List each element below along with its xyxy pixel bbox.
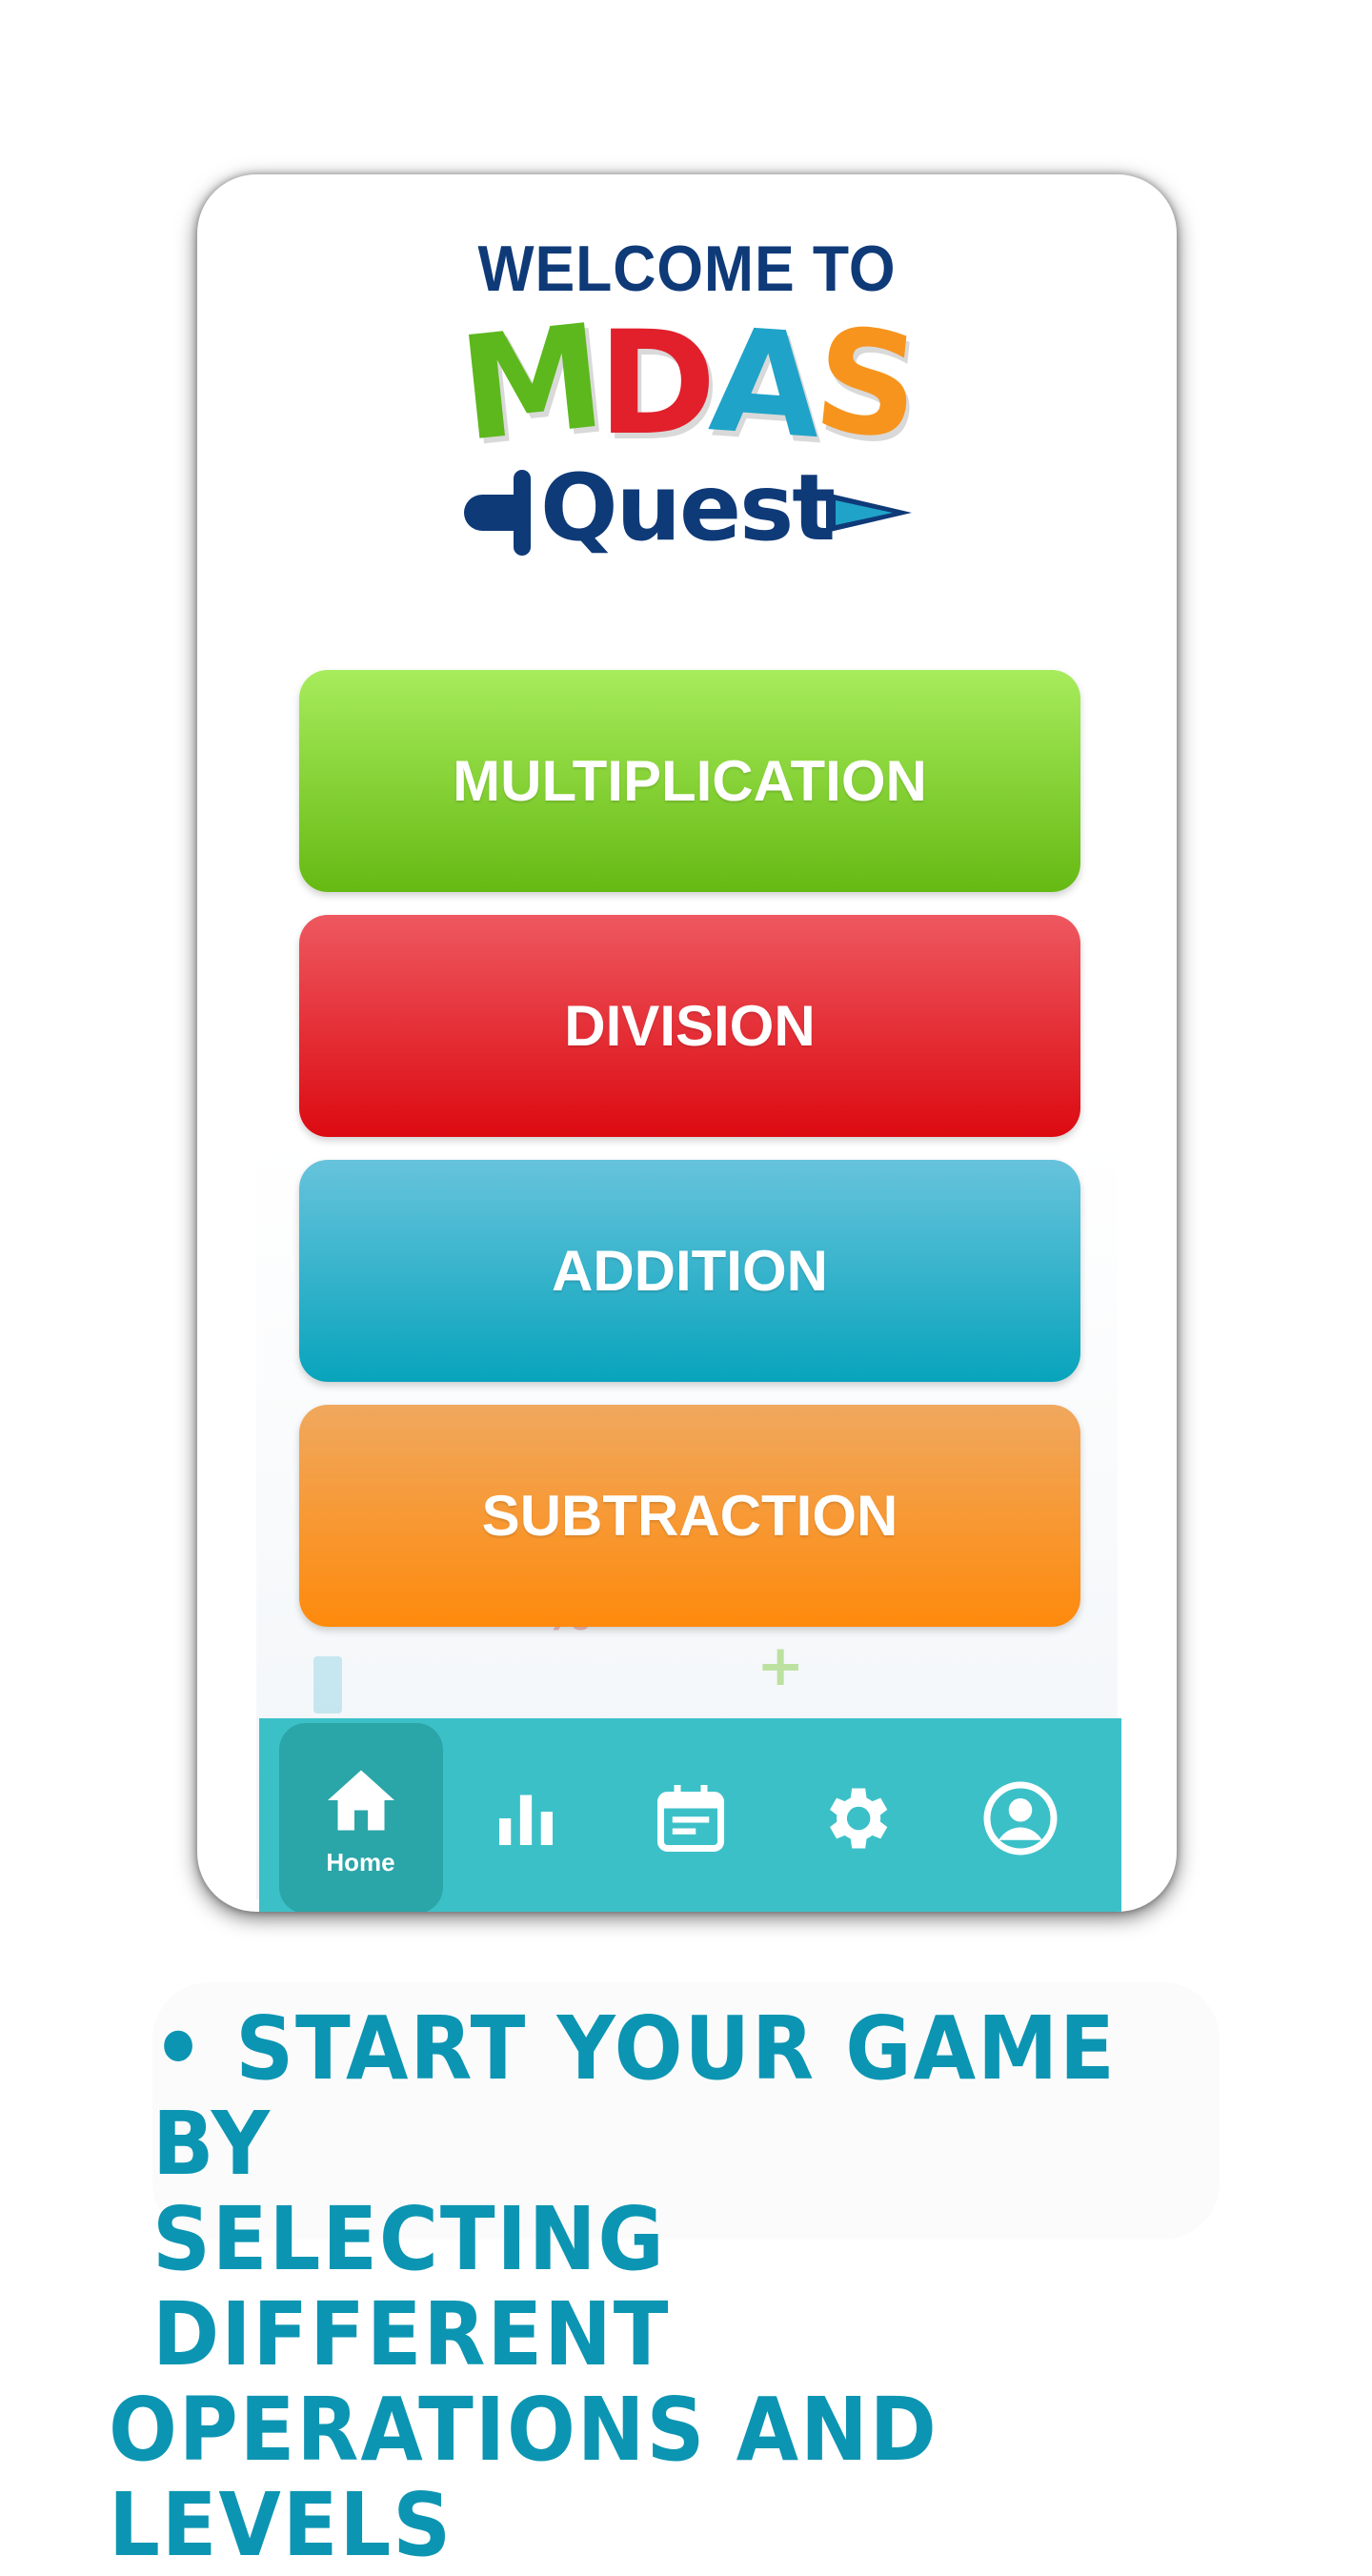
mdas-logo: MDAS bbox=[197, 294, 1177, 474]
logo-letter-a: A bbox=[704, 297, 821, 471]
logo-subtitle: Quest bbox=[540, 455, 836, 561]
promo-caption: • START YOUR GAME BY SELECTING DIFFERENT… bbox=[109, 1998, 1152, 2573]
calendar-icon bbox=[651, 1778, 731, 1858]
caption-line-3: OPERATIONS AND LEVELS bbox=[109, 2379, 938, 2576]
welcome-heading: WELCOME TO bbox=[477, 233, 897, 305]
stats-icon bbox=[486, 1778, 566, 1858]
quest-logo: Quest bbox=[464, 460, 912, 565]
nav-item-profile[interactable] bbox=[938, 1723, 1102, 1912]
nav-item-settings[interactable] bbox=[774, 1723, 938, 1912]
nav-item-calendar[interactable] bbox=[609, 1723, 773, 1912]
addition-button[interactable]: ADDITION bbox=[299, 1160, 1080, 1382]
logo-letter-d: D bbox=[597, 301, 716, 467]
logo-letter-m: M bbox=[453, 294, 607, 475]
profile-icon bbox=[980, 1778, 1060, 1858]
phone-frame: % + WELCOME TO MDAS Quest MULTIPLICATION… bbox=[197, 174, 1177, 1912]
division-button[interactable]: DIVISION bbox=[299, 915, 1080, 1137]
nav-item-home[interactable]: Home bbox=[278, 1723, 443, 1912]
bar-doodle bbox=[313, 1656, 342, 1714]
caption-line-2: SELECTING DIFFERENT bbox=[152, 2188, 671, 2385]
home-icon bbox=[321, 1760, 401, 1840]
plus-doodle: + bbox=[757, 1633, 805, 1699]
nav-label-home: Home bbox=[326, 1847, 395, 1876]
nav-item-stats[interactable] bbox=[444, 1723, 608, 1912]
gear-icon bbox=[816, 1778, 896, 1858]
logo-letter-s: S bbox=[807, 296, 921, 472]
caption-line-1: • START YOUR GAME BY bbox=[152, 1998, 1117, 2195]
subtraction-button[interactable]: SUBTRACTION bbox=[299, 1405, 1080, 1627]
multiplication-button[interactable]: MULTIPLICATION bbox=[299, 670, 1080, 892]
bottom-nav: Home bbox=[259, 1718, 1121, 1912]
